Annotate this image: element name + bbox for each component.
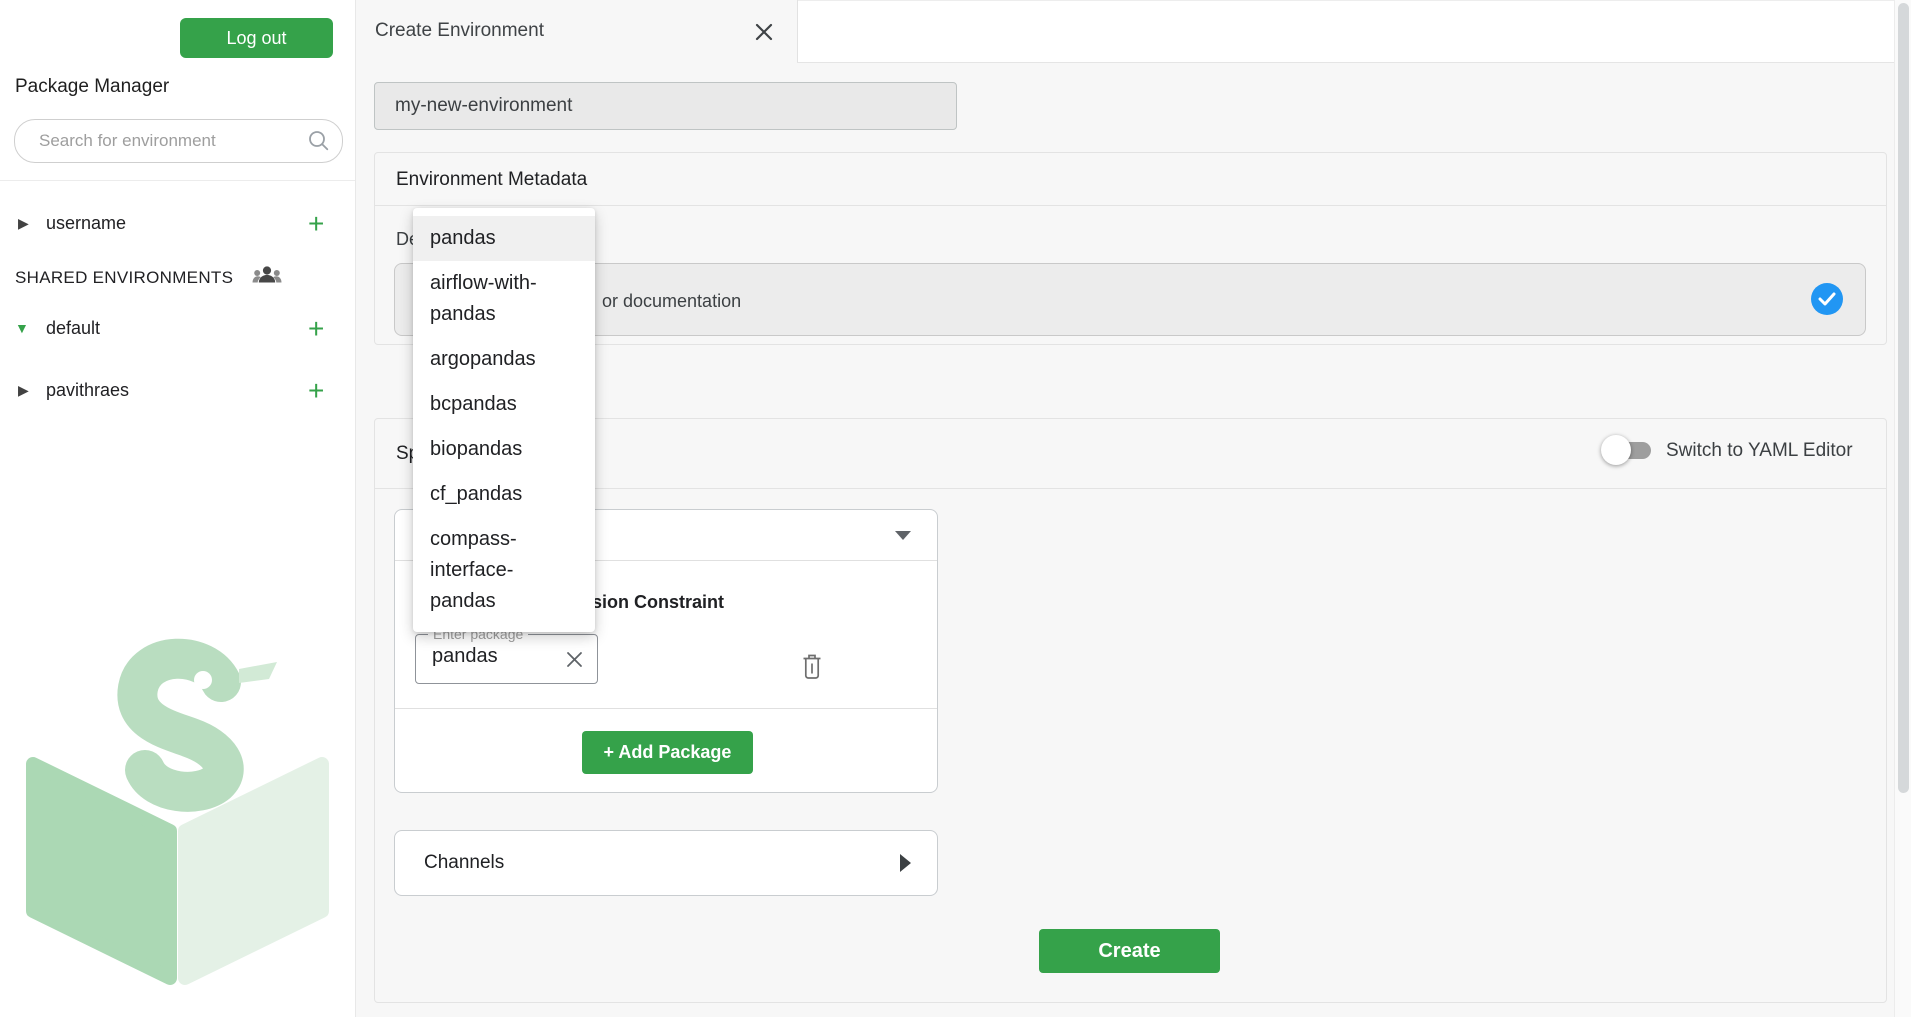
sidebar-divider xyxy=(0,180,355,181)
tab-title: Create Environment xyxy=(375,20,544,42)
package-name-field: Enter package xyxy=(415,634,598,684)
close-icon[interactable] xyxy=(754,22,774,42)
clear-icon[interactable] xyxy=(566,651,583,673)
logout-button[interactable]: Log out xyxy=(180,18,333,58)
tree-item-label: default xyxy=(46,318,100,339)
header-bar xyxy=(797,0,1894,63)
package-autocomplete-dropdown: pandas airflow-with-pandas argopandas bc… xyxy=(413,208,595,632)
caret-down-icon xyxy=(895,531,911,540)
autocomplete-option[interactable]: airflow-with-pandas xyxy=(413,261,595,337)
tab-create-environment[interactable]: Create Environment xyxy=(355,0,798,62)
add-environment-button[interactable]: + xyxy=(308,206,324,242)
environment-search xyxy=(14,119,343,163)
tree-item-label: pavithraes xyxy=(46,380,129,401)
conda-store-logo xyxy=(25,638,330,993)
tree-item-label: username xyxy=(46,213,126,234)
toggle-thumb[interactable] xyxy=(1601,435,1631,465)
metadata-heading: Environment Metadata xyxy=(396,169,587,191)
environment-metadata-section: Environment Metadata Description or docu… xyxy=(374,152,1887,345)
autocomplete-option[interactable]: pandas xyxy=(413,216,595,261)
description-input[interactable]: or documentation xyxy=(394,263,1866,336)
autocomplete-option[interactable]: biopandas xyxy=(413,427,595,472)
specification-section-header: Specification Switch to YAML Editor xyxy=(375,419,1886,489)
app-title: Package Manager xyxy=(15,76,169,98)
arrow-right-icon xyxy=(900,854,911,872)
description-text: or documentation xyxy=(602,291,741,312)
channels-accordion[interactable]: Channels xyxy=(394,830,938,896)
search-input[interactable] xyxy=(37,120,311,162)
scrollbar[interactable] xyxy=(1894,0,1911,1017)
specification-section: Specification Switch to YAML Editor Vers… xyxy=(374,418,1887,1003)
autocomplete-option[interactable]: argopandas xyxy=(413,337,595,382)
check-icon xyxy=(1811,283,1843,315)
metadata-section-header: Environment Metadata xyxy=(375,153,1886,206)
sidebar-item-username[interactable]: ▶ username + xyxy=(0,211,355,241)
package-input[interactable] xyxy=(430,644,559,669)
yaml-toggle-label: Switch to YAML Editor xyxy=(1666,440,1853,462)
row-divider xyxy=(395,708,937,709)
shared-environments-heading: SHARED ENVIRONMENTS xyxy=(15,268,233,288)
add-environment-button[interactable]: + xyxy=(308,311,324,347)
autocomplete-option[interactable]: cf_pandas xyxy=(413,472,595,517)
environment-name-input[interactable] xyxy=(374,82,957,130)
groups-icon xyxy=(252,264,282,293)
yaml-editor-toggle[interactable] xyxy=(1601,439,1653,461)
sidebar: Log out Package Manager ▶ username + SHA… xyxy=(0,0,356,1017)
autocomplete-option[interactable]: bcpandas xyxy=(413,382,595,427)
channels-label: Channels xyxy=(424,852,504,874)
chevron-down-icon[interactable]: ▼ xyxy=(15,320,29,336)
search-icon xyxy=(308,130,329,156)
delete-package-button[interactable] xyxy=(800,652,824,683)
autocomplete-option[interactable]: compass-interface-pandas xyxy=(413,517,595,624)
chevron-right-icon[interactable]: ▶ xyxy=(18,215,29,232)
add-package-button[interactable]: + Add Package xyxy=(582,731,753,774)
chevron-right-icon[interactable]: ▶ xyxy=(18,382,29,399)
add-environment-button[interactable]: + xyxy=(308,373,324,409)
create-button[interactable]: Create xyxy=(1039,929,1220,973)
sidebar-item-default[interactable]: ▼ default + xyxy=(0,316,355,346)
sidebar-item-pavithraes[interactable]: ▶ pavithraes + xyxy=(0,378,355,408)
scrollbar-thumb[interactable] xyxy=(1898,3,1909,793)
